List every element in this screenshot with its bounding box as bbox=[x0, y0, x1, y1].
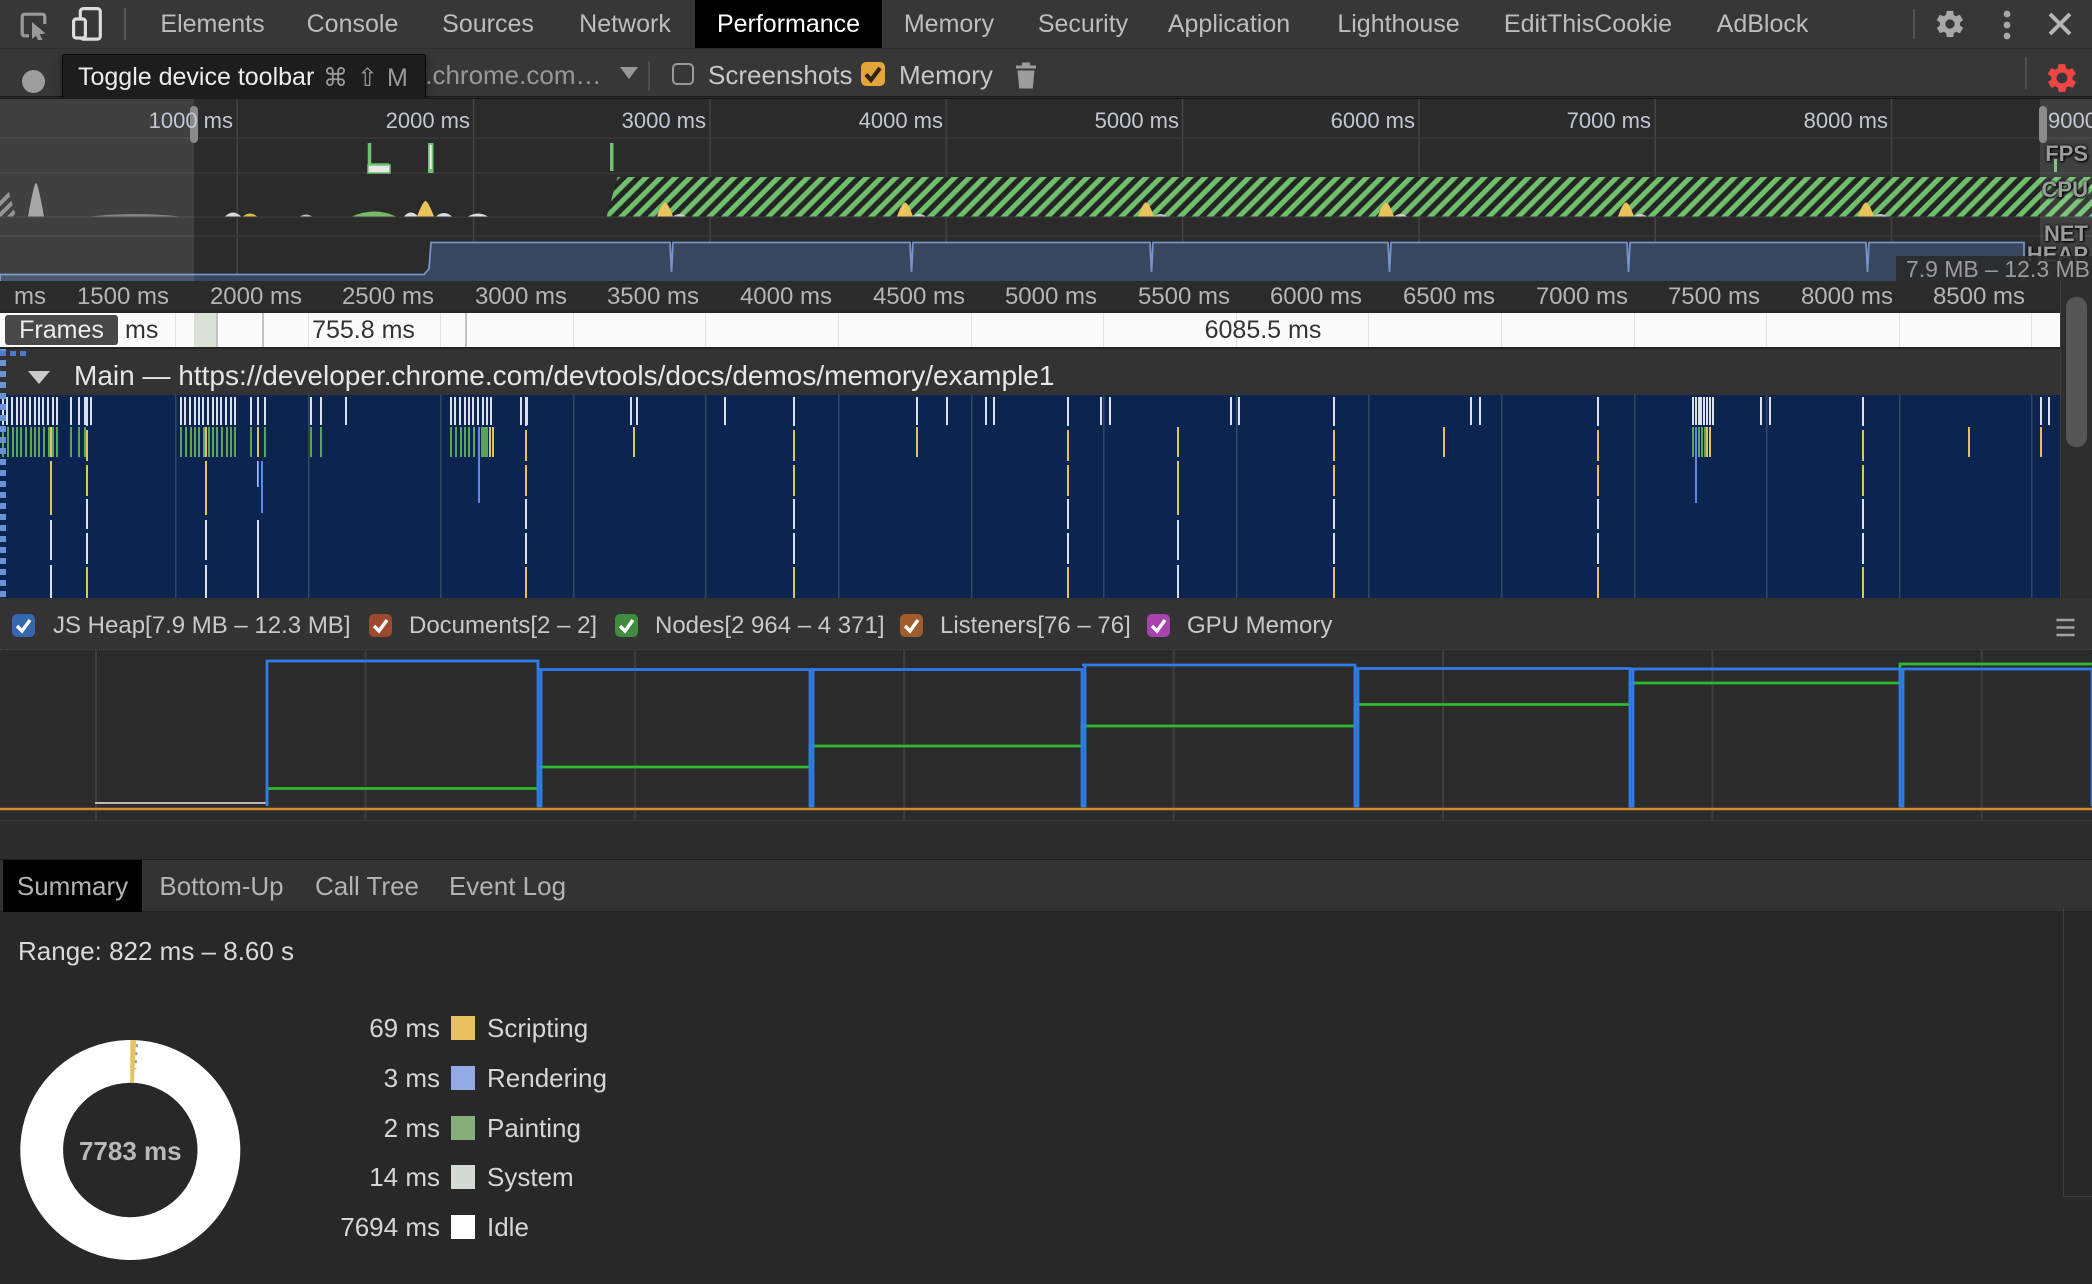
svg-text:7783 ms: 7783 ms bbox=[79, 1136, 182, 1166]
